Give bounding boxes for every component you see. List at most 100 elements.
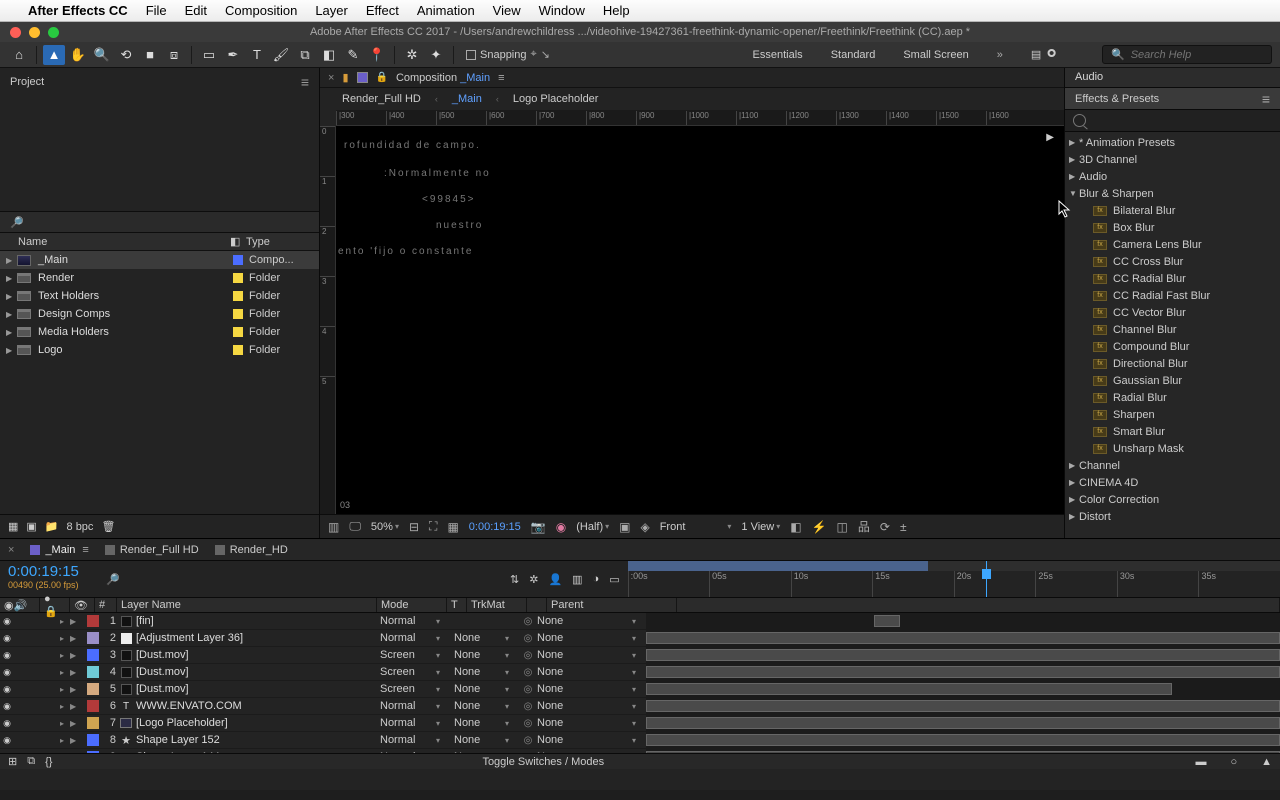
resolution-dropdown[interactable]: (Half)▾ (576, 521, 609, 533)
new-comp-icon[interactable]: ▣ (26, 520, 36, 533)
audio-panel-header[interactable]: Audio (1065, 68, 1280, 88)
menu-window[interactable]: Window (539, 3, 585, 18)
effect-category[interactable]: ▶CINEMA 4D (1065, 474, 1280, 491)
magnify-grid-icon[interactable]: ▥ (328, 520, 339, 534)
workspace-smallscreen[interactable]: Small Screen (903, 49, 968, 61)
clone-tool[interactable]: ⧉ (294, 45, 316, 65)
zoom-tool[interactable]: 🔍 (91, 45, 113, 65)
effect-category[interactable]: ▶Color Correction (1065, 491, 1280, 508)
timeline-tab-main[interactable]: _Main≡ (30, 544, 88, 556)
workspace-standard[interactable]: Standard (831, 49, 876, 61)
timeline-icon[interactable]: ◫ (837, 520, 848, 534)
roi-icon[interactable]: ⛶ (429, 519, 437, 534)
display-icon[interactable]: 🖵 (349, 519, 361, 534)
camera-tool[interactable]: ■ (139, 45, 161, 65)
crumb-render[interactable]: Render_Full HD (342, 93, 421, 105)
flowchart-icon[interactable]: 品 (858, 518, 870, 535)
effect-item[interactable]: fxCC Cross Blur (1065, 253, 1280, 270)
comp-mini-flow-icon[interactable]: ⇅ (510, 573, 519, 586)
workspace-reset-icon[interactable]: ▤ (1031, 48, 1041, 61)
effect-item[interactable]: fxCC Radial Blur (1065, 270, 1280, 287)
3d-view-icon[interactable]: ◈ (640, 520, 649, 534)
current-time-indicator[interactable] (986, 561, 987, 597)
timeline-layer-row[interactable]: ◉ ▸▶ 5 [Dust.mov] Screen▾ None▾ ◎ None▾ (0, 681, 1280, 698)
time-ruler[interactable]: :00s05s10s15s20s25s30s35s (628, 561, 1280, 597)
effect-category[interactable]: ▶Distort (1065, 508, 1280, 525)
effects-search[interactable] (1065, 110, 1280, 132)
ruler-vertical[interactable]: 012345 (320, 126, 336, 514)
project-col-name[interactable]: Name (0, 236, 230, 248)
effect-item[interactable]: fxCompound Blur (1065, 338, 1280, 355)
menu-effect[interactable]: Effect (366, 3, 399, 18)
comp-tab-flag-icon[interactable]: ▮ (342, 71, 348, 84)
pen-tool[interactable]: ✒ (222, 45, 244, 65)
effect-category[interactable]: ▼Blur & Sharpen (1065, 185, 1280, 202)
effect-item[interactable]: fxBilateral Blur (1065, 202, 1280, 219)
timeline-layer-row[interactable]: ◉ ▸▶ 4 [Dust.mov] Screen▾ None▾ ◎ None▾ (0, 664, 1280, 681)
composition-canvas[interactable]: ▶ rofundidad de campo. :Normalmente no <… (336, 126, 1064, 514)
menu-view[interactable]: View (493, 3, 521, 18)
project-item-list[interactable]: ▶ _Main Compo...▶ Render Folder▶ Text Ho… (0, 251, 319, 514)
effect-item[interactable]: fxSmart Blur (1065, 423, 1280, 440)
timeline-tab-render-full[interactable]: Render_Full HD (105, 544, 199, 556)
interpret-footage-icon[interactable]: ▦ (8, 520, 18, 533)
tl-foot-icon1[interactable]: ⊞ (8, 755, 17, 768)
ruler-horizontal[interactable]: |300|400|500|600|700|800|900|1000|1100|1… (336, 110, 1064, 126)
timeline-search[interactable]: 🔎 (100, 561, 510, 597)
menu-edit[interactable]: Edit (185, 3, 207, 18)
effect-item[interactable]: fxSharpen (1065, 406, 1280, 423)
world-axis-icon[interactable]: ✦ (425, 45, 447, 65)
pixel-aspect-icon[interactable]: ◧ (790, 520, 801, 534)
effect-item[interactable]: fxGaussian Blur (1065, 372, 1280, 389)
zoom-out-icon[interactable]: ▬ (1195, 756, 1206, 768)
show-channel-icon[interactable]: ◉ (556, 520, 566, 534)
snapping-toggle[interactable]: Snapping ⌖ ↘ (466, 48, 550, 61)
motion-blur-icon[interactable]: ◑ (593, 573, 600, 585)
effect-item[interactable]: fxRadial Blur (1065, 389, 1280, 406)
snapshot-icon[interactable]: 📷 (531, 520, 546, 534)
home-button[interactable]: ⌂ (8, 45, 30, 65)
tl-foot-icon2[interactable]: ⧉ (27, 755, 35, 768)
frame-blend-icon[interactable]: ▥ (572, 573, 582, 586)
search-help-input[interactable] (1131, 49, 1263, 61)
effects-panel-menu-icon[interactable]: ≡ (1262, 91, 1270, 107)
project-panel-menu-icon[interactable]: ≡ (301, 74, 309, 90)
search-help-field[interactable]: 🔍 (1102, 45, 1272, 64)
menu-file[interactable]: File (146, 3, 167, 18)
project-item[interactable]: ▶ Text Holders Folder (0, 287, 319, 305)
graph-editor-icon[interactable]: ▭ (609, 573, 619, 586)
project-col-type[interactable]: Type (246, 236, 319, 248)
project-item[interactable]: ▶ Media Holders Folder (0, 323, 319, 341)
timeline-layer-row[interactable]: ◉ ▸▶ 6 T WWW.ENVATO.COM Normal▾ None▾ ◎ … (0, 698, 1280, 715)
zoom-in-icon[interactable]: ▲ (1261, 756, 1272, 768)
timeline-tab-render-hd[interactable]: Render_HD (215, 544, 288, 556)
effect-category[interactable]: ▶Audio (1065, 168, 1280, 185)
timeline-layer-row[interactable]: ◉ ▸▶ 8 ★ Shape Layer 152 Normal▾ None▾ ◎… (0, 732, 1280, 749)
effect-item[interactable]: fxChannel Blur (1065, 321, 1280, 338)
project-search[interactable]: 🔎 (0, 211, 319, 233)
roto-tool[interactable]: ✎ (342, 45, 364, 65)
effect-category[interactable]: ▶* Animation Presets (1065, 134, 1280, 151)
workspace-overflow-icon[interactable]: » (997, 49, 1003, 61)
tl-foot-icon3[interactable]: {} (45, 756, 52, 768)
project-bpc[interactable]: 8 bpc (67, 521, 94, 533)
menu-help[interactable]: Help (603, 3, 630, 18)
timeline-layer-row[interactable]: ◉ ▸▶ 1 [fin] Normal▾ ◎ None▾ (0, 613, 1280, 630)
effect-category[interactable]: ▶Channel (1065, 457, 1280, 474)
crumb-logo[interactable]: Logo Placeholder (513, 93, 599, 105)
view-layout-dropdown[interactable]: 1 View▾ (741, 521, 780, 533)
effect-item[interactable]: fxDirectional Blur (1065, 355, 1280, 372)
eraser-tool[interactable]: ◧ (318, 45, 340, 65)
project-col-label-icon[interactable]: ◧ (230, 235, 246, 248)
hand-tool[interactable]: ✋ (67, 45, 89, 65)
timeline-layer-row[interactable]: ◉ ▸▶ 3 [Dust.mov] Screen▾ None▾ ◎ None▾ (0, 647, 1280, 664)
app-name[interactable]: After Effects CC (28, 3, 128, 18)
brush-tool[interactable]: 🖌 (270, 45, 292, 65)
timeline-layer-row[interactable]: ◉ ▸▶ 7 [Logo Placeholder] Normal▾ None▾ … (0, 715, 1280, 732)
snap-opt-icon[interactable]: ⌖ (531, 48, 537, 61)
effect-category[interactable]: ▶3D Channel (1065, 151, 1280, 168)
effect-item[interactable]: fxBox Blur (1065, 219, 1280, 236)
local-axis-icon[interactable]: ✲ (401, 45, 423, 65)
fast-preview-icon[interactable]: ⚡ (812, 520, 827, 534)
camera-dropdown[interactable]: Front▾ (660, 521, 732, 533)
